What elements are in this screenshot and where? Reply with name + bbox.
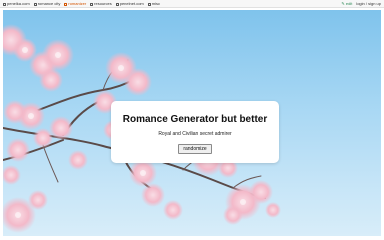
nav-item-romance-city[interactable]: romance city xyxy=(33,0,61,8)
nav-item-home[interactable]: penelka.com xyxy=(3,0,30,8)
nav-item-penelnet[interactable]: penelnet.com xyxy=(115,0,144,8)
nav-item-romanizer[interactable]: romanizer xyxy=(64,0,86,8)
nav-item-label: resources xyxy=(94,1,112,6)
randomize-button[interactable]: randomize xyxy=(178,144,212,154)
page-title: Romance Generator but better xyxy=(122,114,268,125)
result-text: Royal and Civilian secret admirer xyxy=(158,131,232,137)
nav-item-label: penelnet.com xyxy=(119,1,144,6)
nav-account: ✎ edit login / sign up xyxy=(341,0,381,8)
nav-item-label: romanizer xyxy=(68,1,87,6)
hero-background: Romance Generator but better Royal and C… xyxy=(3,10,381,236)
nav-item-label: penelka.com xyxy=(7,1,30,6)
top-navigation-bar: penelka.com romance city romanizer resou… xyxy=(0,0,384,8)
nav-item-label: romance city xyxy=(37,1,61,6)
heart-icon xyxy=(64,2,68,6)
city-icon xyxy=(33,2,37,6)
nav-item-resources[interactable]: resources xyxy=(90,0,112,8)
folder-icon xyxy=(147,2,151,6)
edit-link[interactable]: ✎ edit xyxy=(341,0,352,8)
generator-card: Romance Generator but better Royal and C… xyxy=(111,101,279,163)
nav-item-misc[interactable]: misc xyxy=(147,0,160,8)
home-icon xyxy=(3,2,6,6)
book-icon xyxy=(90,2,94,6)
globe-icon xyxy=(115,2,119,6)
login-link[interactable]: login / sign up xyxy=(356,0,381,8)
nav-links: penelka.com romance city romanizer resou… xyxy=(3,0,160,8)
nav-item-label: misc xyxy=(151,1,160,6)
